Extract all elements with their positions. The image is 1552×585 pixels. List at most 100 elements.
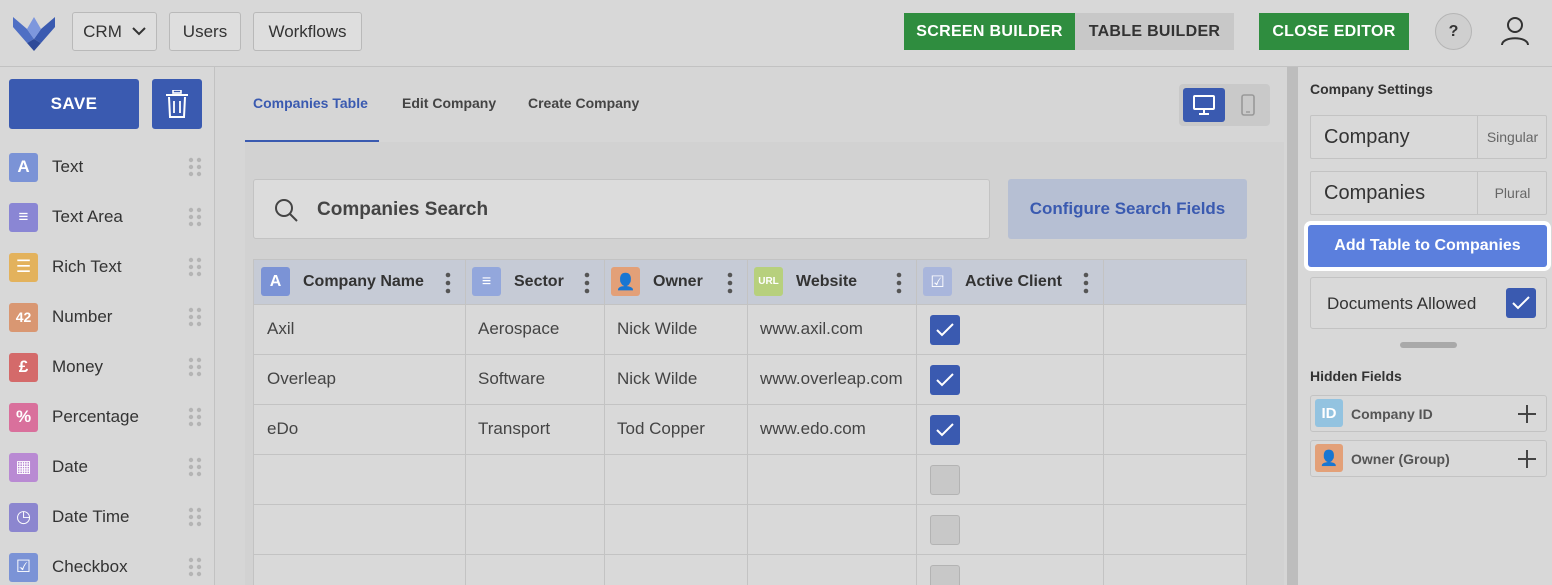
column-divider xyxy=(1103,260,1104,585)
column-header-company-name[interactable]: A Company Name xyxy=(254,260,465,304)
table-cell-sector: Aerospace xyxy=(478,319,560,338)
hidden-field-owner-group[interactable]: 👤 Owner (Group) xyxy=(1310,440,1547,477)
field-type-date[interactable]: ▦ Date xyxy=(0,442,214,492)
field-type-label: Text Area xyxy=(52,207,123,226)
table-cell-owner: Tod Copper xyxy=(617,419,705,438)
tab-create-company[interactable]: Create Company xyxy=(528,95,639,111)
field-type-money[interactable]: £ Money xyxy=(0,342,214,392)
save-button[interactable]: SAVE xyxy=(9,79,139,129)
drag-handle-icon[interactable] xyxy=(188,457,202,477)
field-type-rich-text[interactable]: ☰ Rich Text xyxy=(0,242,214,292)
desktop-preview-button[interactable] xyxy=(1183,88,1225,122)
documents-allowed-checkbox[interactable] xyxy=(1506,288,1536,318)
column-header-label: Company Name xyxy=(303,273,424,290)
field-type-number[interactable]: 42 Number xyxy=(0,292,214,342)
field-type-label: Date xyxy=(52,457,88,476)
active-client-checkbox[interactable] xyxy=(930,365,960,395)
search-placeholder: Companies Search xyxy=(317,199,489,220)
field-type-label: Percentage xyxy=(52,407,139,426)
column-header-label: Sector xyxy=(514,273,564,290)
field-type-label: Checkbox xyxy=(52,557,128,576)
column-header-website[interactable]: URL Website xyxy=(747,260,916,304)
active-client-checkbox[interactable] xyxy=(930,315,960,345)
drag-handle-icon[interactable] xyxy=(188,557,202,577)
users-button[interactable]: Users xyxy=(169,12,241,51)
users-button-label: Users xyxy=(182,21,228,41)
row-divider xyxy=(254,504,1246,505)
add-plus-icon[interactable] xyxy=(1517,404,1537,424)
tab-companies-table[interactable]: Companies Table xyxy=(253,95,368,111)
drag-handle-icon[interactable] xyxy=(188,257,202,277)
singular-suffix: Singular xyxy=(1477,116,1547,158)
table-builder-button[interactable]: TABLE BUILDER xyxy=(1075,13,1234,50)
checkmark-icon xyxy=(936,423,954,437)
column-type-icon: A xyxy=(261,267,290,296)
close-editor-button[interactable]: CLOSE EDITOR xyxy=(1259,13,1409,50)
resize-handle[interactable] xyxy=(1400,342,1457,348)
column-header-label: Active Client xyxy=(965,273,1062,290)
field-type-label: Number xyxy=(52,307,113,326)
singular-name-value: Company xyxy=(1324,126,1410,148)
mobile-icon xyxy=(1241,94,1255,116)
singular-name-field[interactable]: Company Singular xyxy=(1310,115,1547,159)
column-header-active-client[interactable]: ☑ Active Client xyxy=(916,260,1103,304)
tab-edit-company[interactable]: Edit Company xyxy=(402,95,496,111)
field-type-icon: £ xyxy=(9,352,38,382)
workflows-button[interactable]: Workflows xyxy=(253,12,362,51)
panel-scrollbar[interactable] xyxy=(1287,67,1298,585)
screen-builder-button[interactable]: SCREEN BUILDER xyxy=(904,13,1075,50)
crm-dropdown[interactable]: CRM xyxy=(72,12,157,51)
drag-handle-icon[interactable] xyxy=(188,507,202,527)
screen-tabs: Companies Table Edit Company Create Comp… xyxy=(215,67,1287,142)
app-logo-icon[interactable] xyxy=(13,13,55,51)
help-button[interactable]: ? xyxy=(1435,13,1472,50)
column-menu-icon[interactable] xyxy=(727,272,733,294)
user-account-icon[interactable] xyxy=(1499,15,1531,47)
field-type-label: Date Time xyxy=(52,507,130,526)
column-menu-icon[interactable] xyxy=(1083,272,1089,294)
drag-handle-icon[interactable] xyxy=(188,157,202,177)
table-cell-website: www.axil.com xyxy=(760,319,863,338)
row-divider xyxy=(254,404,1246,405)
column-menu-icon[interactable] xyxy=(445,272,451,294)
field-type-checkbox[interactable]: ☑ Checkbox xyxy=(0,542,214,585)
hidden-field-label: Company ID xyxy=(1351,406,1433,422)
active-client-checkbox[interactable] xyxy=(930,465,960,495)
hidden-field-company-id[interactable]: ID Company ID xyxy=(1310,395,1547,432)
column-menu-icon[interactable] xyxy=(584,272,590,294)
column-menu-icon[interactable] xyxy=(896,272,902,294)
field-type-percentage[interactable]: % Percentage xyxy=(0,392,214,442)
active-client-checkbox[interactable] xyxy=(930,515,960,545)
column-divider xyxy=(604,260,605,585)
documents-allowed-row: Documents Allowed xyxy=(1310,277,1547,329)
field-type-label: Text xyxy=(52,157,84,176)
column-divider xyxy=(465,260,466,585)
companies-search-input[interactable]: Companies Search xyxy=(253,179,990,239)
row-divider xyxy=(254,454,1246,455)
plural-name-field[interactable]: Companies Plural xyxy=(1310,171,1547,215)
table-header: A Company Name ≡ Sector 👤 Owner URL Website ☑ Act… xyxy=(254,260,1246,304)
field-type-date-time[interactable]: ◷ Date Time xyxy=(0,492,214,542)
mobile-preview-button[interactable] xyxy=(1229,88,1267,122)
builder-toggle: SCREEN BUILDER TABLE BUILDER xyxy=(904,13,1234,50)
drag-handle-icon[interactable] xyxy=(188,207,202,227)
column-header-owner[interactable]: 👤 Owner xyxy=(604,260,747,304)
table-cell-company: Axil xyxy=(267,319,295,338)
drag-handle-icon[interactable] xyxy=(188,357,202,377)
checkmark-icon xyxy=(936,373,954,387)
active-client-checkbox[interactable] xyxy=(930,565,960,585)
field-type-icon: 42 xyxy=(9,302,38,332)
table-cell-company: Overleap xyxy=(267,369,336,388)
drag-handle-icon[interactable] xyxy=(188,307,202,327)
field-type-text[interactable]: A Text xyxy=(0,142,214,192)
delete-button[interactable] xyxy=(152,79,202,129)
column-type-icon: ☑ xyxy=(923,267,952,296)
add-plus-icon[interactable] xyxy=(1517,449,1537,469)
active-client-checkbox[interactable] xyxy=(930,415,960,445)
field-type-text-area[interactable]: ≡ Text Area xyxy=(0,192,214,242)
column-header-sector[interactable]: ≡ Sector xyxy=(465,260,604,304)
add-table-to-companies-button[interactable]: Add Table to Companies xyxy=(1308,225,1547,267)
configure-search-fields-button[interactable]: Configure Search Fields xyxy=(1008,179,1247,239)
screen-editor: Companies Table Edit Company Create Comp… xyxy=(215,67,1287,585)
drag-handle-icon[interactable] xyxy=(188,407,202,427)
